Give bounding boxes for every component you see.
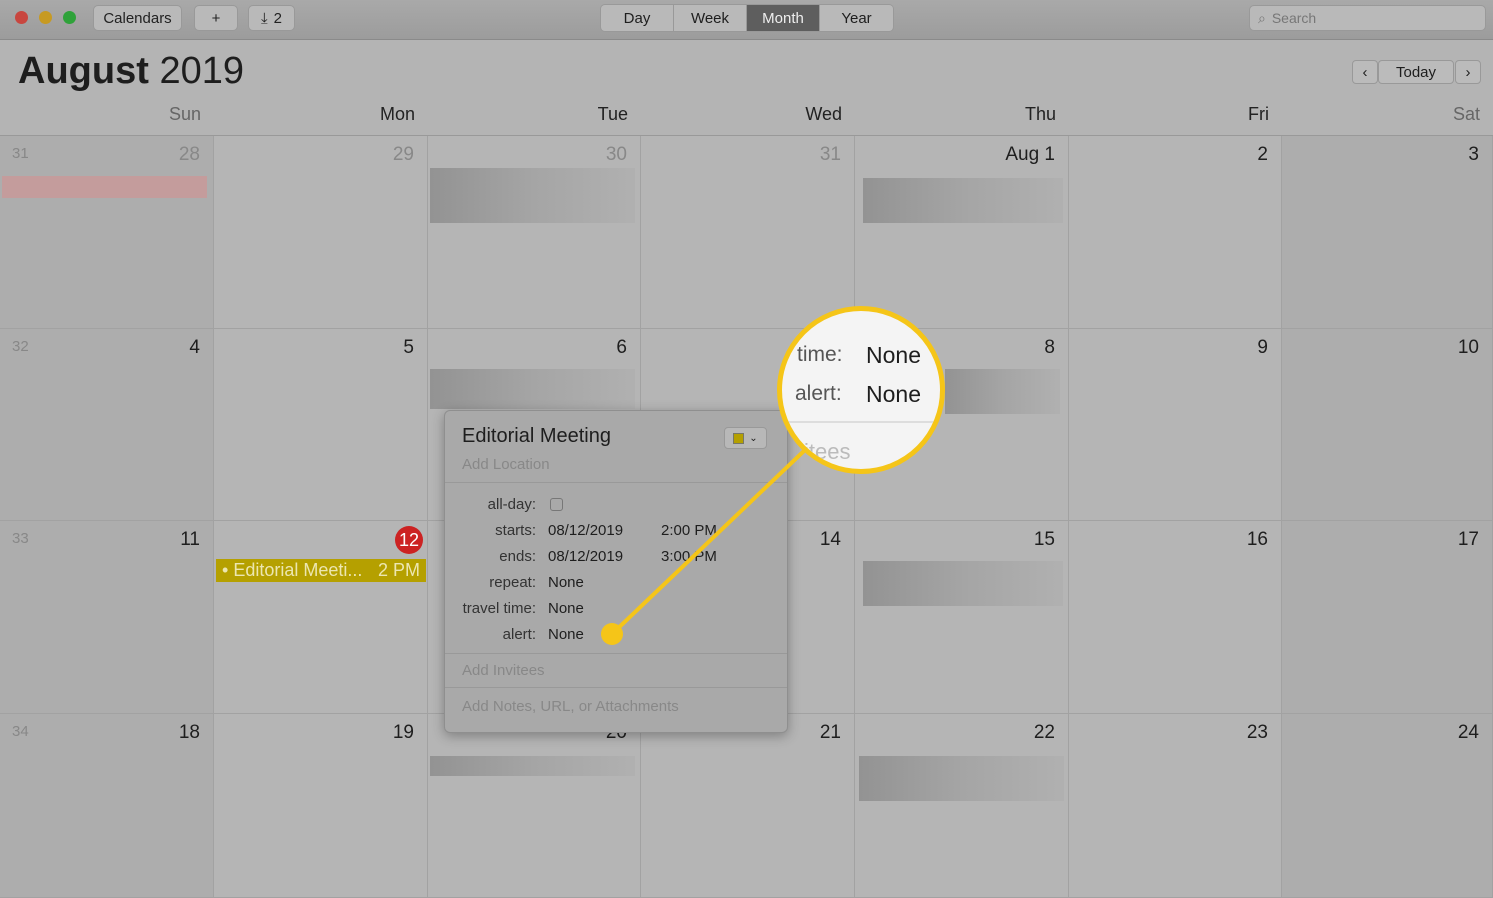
callout-label-time: time:	[797, 343, 843, 366]
callout-invitees: itees	[804, 439, 851, 464]
callout-line	[601, 448, 807, 645]
callout-value-alert: None	[866, 381, 921, 407]
callout-dot	[601, 623, 623, 645]
callout-value-time: None	[866, 342, 921, 368]
magnified-callout: time: None alert: None itees	[777, 306, 945, 474]
callout-label-alert: alert:	[795, 382, 842, 405]
